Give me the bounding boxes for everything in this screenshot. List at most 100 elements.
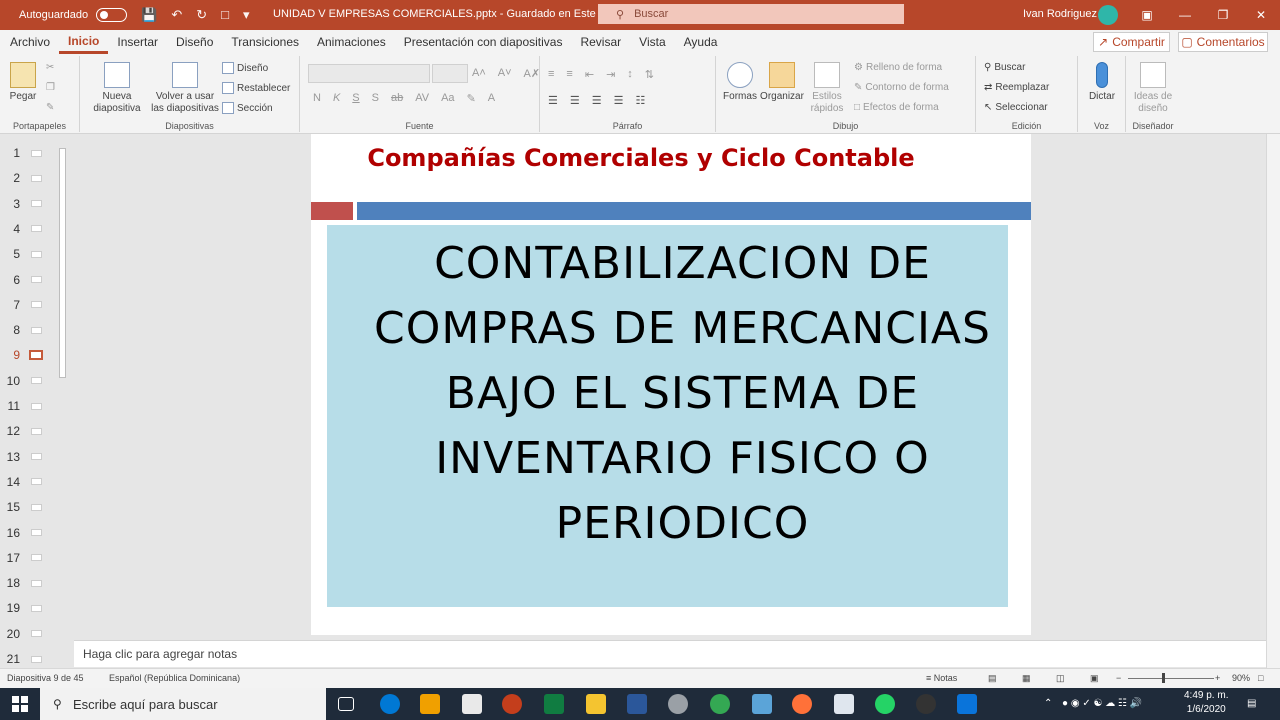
quick-styles-button[interactable]: Estilos rápidos xyxy=(806,62,848,115)
reading-view-icon[interactable]: ◫ xyxy=(1056,673,1065,684)
app-icon-2[interactable] xyxy=(834,694,854,714)
reuse-slides-button[interactable]: Volver a usar las diapositivas xyxy=(150,62,220,115)
slide-title[interactable]: Compañías Comerciales y Ciclo Contable xyxy=(311,144,971,172)
tray-chevron-icon[interactable]: ⌃ xyxy=(1044,697,1052,711)
shadow-icon[interactable]: S xyxy=(372,92,379,105)
section-button[interactable]: Sección xyxy=(222,102,273,114)
new-slide-button[interactable]: Nueva diapositiva xyxy=(84,62,150,115)
save-icon[interactable]: 💾 xyxy=(141,7,157,23)
zoom-slider[interactable] xyxy=(1128,678,1214,679)
slide-thumbnail[interactable]: 14 xyxy=(4,472,44,492)
tab-animaciones[interactable]: Animaciones xyxy=(308,30,395,54)
chrome-icon[interactable] xyxy=(710,694,730,714)
content-textbox[interactable]: CONTABILIZACION DE COMPRAS DE MERCANCIAS… xyxy=(327,225,1008,607)
decrease-indent-icon[interactable]: ⇤ xyxy=(585,68,594,81)
arrange-button[interactable]: Organizar xyxy=(760,62,804,103)
spacing-icon[interactable]: AV xyxy=(415,92,429,105)
redo-icon[interactable]: ↻ xyxy=(196,7,207,23)
slide-thumbnail[interactable]: 11 xyxy=(4,396,44,416)
copy-icon[interactable]: ❐ xyxy=(46,82,55,93)
grow-font-icon[interactable]: A˄ xyxy=(472,67,486,80)
slide-thumbnail[interactable]: 13 xyxy=(4,447,44,467)
underline-icon[interactable]: S xyxy=(352,92,359,105)
case-icon[interactable]: Aa xyxy=(441,92,454,105)
numbering-icon[interactable]: ≡ xyxy=(566,68,572,81)
align-center-icon[interactable]: ☰ xyxy=(570,94,580,107)
slide-thumbnail[interactable]: 3 xyxy=(4,194,44,214)
slide-thumbnail[interactable]: 7 xyxy=(4,295,44,315)
slide-thumbnail[interactable]: 15 xyxy=(4,497,44,517)
taskbar-search[interactable]: ⚲ Escribe aquí para buscar xyxy=(40,688,326,720)
highlight-icon[interactable]: ✎ xyxy=(467,92,476,105)
zoom-out-icon[interactable]: − xyxy=(1116,673,1121,683)
tab-diseno[interactable]: Diseño xyxy=(167,30,222,54)
layout-button[interactable]: Diseño xyxy=(222,62,268,74)
dictate-button[interactable]: Dictar xyxy=(1086,62,1118,103)
powerpoint-icon[interactable] xyxy=(502,694,522,714)
windows-start-icon[interactable] xyxy=(12,696,28,712)
slide-thumbnail[interactable]: 10 xyxy=(4,371,44,391)
slide-thumbnail[interactable]: 20 xyxy=(4,624,44,644)
font-size-input[interactable] xyxy=(432,64,468,83)
slide-thumbnail[interactable]: 19 xyxy=(4,598,44,618)
font-color-icon[interactable]: A xyxy=(488,92,495,105)
slide-thumbnail[interactable]: 12 xyxy=(4,421,44,441)
find-button[interactable]: ⚲ Buscar xyxy=(984,62,1025,73)
bold-icon[interactable]: N xyxy=(313,92,321,105)
slide-thumbnail[interactable]: 5 xyxy=(4,244,44,264)
strikethrough-icon[interactable]: ab xyxy=(391,92,403,105)
text-direction-icon[interactable]: ⇅ xyxy=(645,68,654,81)
present-icon[interactable]: □ xyxy=(221,7,229,23)
minimize-icon[interactable]: — xyxy=(1166,0,1204,30)
shape-outline-button[interactable]: ✎ Contorno de forma xyxy=(854,82,949,93)
slide-scrollbar[interactable] xyxy=(1266,134,1280,668)
task-view-icon[interactable] xyxy=(338,697,354,711)
share-button[interactable]: ↗ Compartir xyxy=(1093,32,1170,52)
align-right-icon[interactable]: ☰ xyxy=(592,94,602,107)
ribbon-display-icon[interactable]: ▣ xyxy=(1128,0,1166,30)
whatsapp-icon[interactable] xyxy=(875,694,895,714)
clock[interactable]: 4:49 p. m. 1/6/2020 xyxy=(1184,689,1228,717)
select-button[interactable]: ↖ Seleccionar xyxy=(984,102,1048,113)
autosave-toggle[interactable] xyxy=(96,8,128,22)
notes-toggle[interactable]: ≡ Notas xyxy=(926,673,957,683)
comments-button[interactable]: ▢ Comentarios xyxy=(1178,32,1268,52)
user-name[interactable]: Ivan Rodriguez xyxy=(1023,8,1097,20)
avatar[interactable] xyxy=(1098,5,1118,25)
thumbnails-scroll-thumb[interactable] xyxy=(59,148,66,378)
language-indicator[interactable]: Español (República Dominicana) xyxy=(109,673,240,683)
slide-thumbnail[interactable]: 6 xyxy=(4,270,44,290)
shape-effects-button[interactable]: □ Efectos de forma xyxy=(854,102,939,113)
fit-slide-icon[interactable]: □ xyxy=(1258,673,1263,683)
tab-transiciones[interactable]: Transiciones xyxy=(222,30,308,54)
design-ideas-button[interactable]: Ideas de diseño xyxy=(1130,62,1176,115)
app-icon-3[interactable] xyxy=(957,694,977,714)
replace-button[interactable]: ⇄ Reemplazar xyxy=(984,82,1049,93)
mail-icon[interactable] xyxy=(462,694,482,714)
slide-thumbnail[interactable]: 18 xyxy=(4,573,44,593)
cut-icon[interactable]: ✂ xyxy=(46,62,54,73)
recorder-icon[interactable] xyxy=(916,694,936,714)
normal-view-icon[interactable]: ▤ xyxy=(988,673,997,684)
line-spacing-icon[interactable]: ↕ xyxy=(627,68,633,81)
customize-qat-icon[interactable]: ▾ xyxy=(243,7,250,23)
tab-archivo[interactable]: Archivo xyxy=(0,30,59,54)
shrink-font-icon[interactable]: A˅ xyxy=(498,67,512,80)
firefox-icon[interactable] xyxy=(792,694,812,714)
store-icon[interactable] xyxy=(420,694,440,714)
clear-format-icon[interactable]: A✗ xyxy=(524,67,541,80)
shape-fill-button[interactable]: ⚙ Relleno de forma xyxy=(854,62,942,73)
tray-icons[interactable]: ● ◉ ✓ ☯ ☁ ☷ 🔊 xyxy=(1062,697,1142,711)
tab-presentacion[interactable]: Presentación con diapositivas xyxy=(395,30,572,54)
zoom-slider-handle[interactable] xyxy=(1162,673,1165,683)
excel-icon[interactable] xyxy=(544,694,564,714)
thumbnails-scrollbar[interactable] xyxy=(57,138,68,666)
app-icon[interactable] xyxy=(668,694,688,714)
format-painter-icon[interactable]: ✎ xyxy=(46,102,54,113)
maximize-icon[interactable]: ❐ xyxy=(1204,0,1242,30)
slide-thumbnail[interactable]: 9 xyxy=(4,345,44,365)
slide-canvas[interactable]: Compañías Comerciales y Ciclo Contable C… xyxy=(311,134,1031,635)
edge-icon[interactable] xyxy=(380,694,400,714)
increase-indent-icon[interactable]: ⇥ xyxy=(606,68,615,81)
slideshow-icon[interactable]: ▣ xyxy=(1090,673,1099,684)
